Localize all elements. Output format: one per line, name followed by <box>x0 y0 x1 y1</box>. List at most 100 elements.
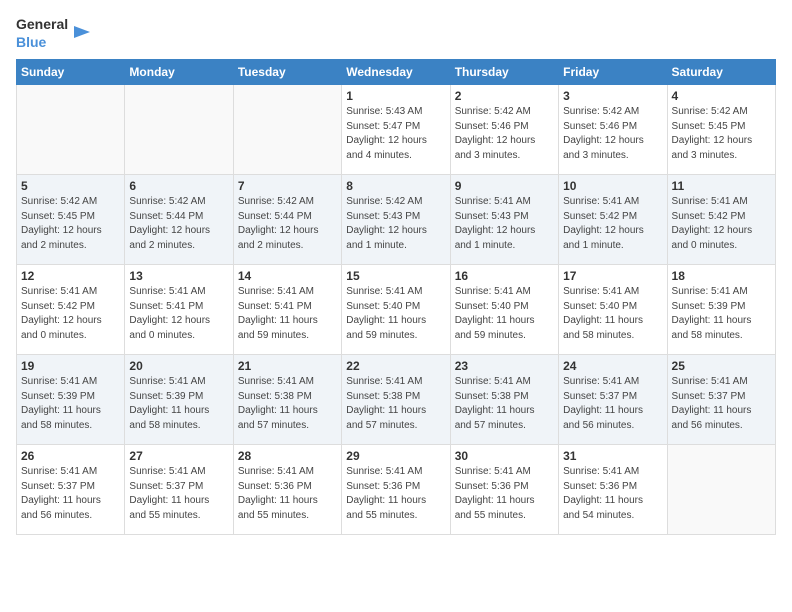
day-number: 10 <box>563 179 662 193</box>
day-info: Sunrise: 5:41 AM Sunset: 5:38 PM Dayligh… <box>455 375 554 433</box>
calendar-cell: 2Sunrise: 5:42 AM Sunset: 5:46 PM Daylig… <box>450 85 558 175</box>
calendar-cell: 3 Sunrise: 5:42 AM Sunset: 5:46 PM Daylig… <box>559 85 667 175</box>
calendar-cell <box>125 85 233 175</box>
day-number: 19 <box>21 359 120 373</box>
day-info: Sunrise: 5:43 AM Sunset: 5:47 PM Dayligh… <box>346 105 445 163</box>
calendar-cell: 7 Sunrise: 5:42 AM Sunset: 5:44 PM Daylig… <box>233 175 341 265</box>
weekday-tuesday: Tuesday <box>233 60 341 85</box>
day-info: Sunrise: 5:41 AM Sunset: 5:39 PM Dayligh… <box>21 375 120 433</box>
calendar-cell: 11Sunrise: 5:41 AM Sunset: 5:42 PM Dayli… <box>667 175 775 265</box>
day-info: Sunrise: 5:42 AM Sunset: 5:43 PM Dayligh… <box>346 195 445 253</box>
day-number: 8 <box>346 179 445 193</box>
weekday-monday: Monday <box>125 60 233 85</box>
calendar-cell: 14 Sunrise: 5:41 AM Sunset: 5:41 PM Dayli… <box>233 265 341 355</box>
calendar-cell: 9 Sunrise: 5:41 AM Sunset: 5:43 PM Daylig… <box>450 175 558 265</box>
day-number: 6 <box>129 179 228 193</box>
calendar-cell: 22 Sunrise: 5:41 AM Sunset: 5:38 PM Dayli… <box>342 355 450 445</box>
day-info: Sunrise: 5:41 AM Sunset: 5:41 PM Dayligh… <box>129 285 228 343</box>
day-number: 9 <box>455 179 554 193</box>
day-info: Sunrise: 5:41 AM Sunset: 5:42 PM Dayligh… <box>21 285 120 343</box>
logo-blue: Blue <box>16 34 46 50</box>
weekday-header-row: SundayMondayTuesdayWednesdayThursdayFrid… <box>17 60 776 85</box>
day-info: Sunrise: 5:42 AM Sunset: 5:45 PM Dayligh… <box>672 105 771 163</box>
weekday-saturday: Saturday <box>667 60 775 85</box>
calendar-cell: 31 Sunrise: 5:41 AM Sunset: 5:36 PM Dayli… <box>559 445 667 535</box>
logo: General Blue <box>16 16 92 51</box>
day-info: Sunrise: 5:41 AM Sunset: 5:37 PM Dayligh… <box>563 375 662 433</box>
week-row-2: 12 Sunrise: 5:41 AM Sunset: 5:42 PM Dayli… <box>17 265 776 355</box>
day-number: 25 <box>672 359 771 373</box>
calendar-cell: 30Sunrise: 5:41 AM Sunset: 5:36 PM Dayli… <box>450 445 558 535</box>
day-number: 7 <box>238 179 337 193</box>
calendar-cell: 23 Sunrise: 5:41 AM Sunset: 5:38 PM Dayli… <box>450 355 558 445</box>
day-number: 29 <box>346 449 445 463</box>
day-info: Sunrise: 5:41 AM Sunset: 5:39 PM Dayligh… <box>129 375 228 433</box>
day-number: 13 <box>129 269 228 283</box>
calendar-cell <box>17 85 125 175</box>
day-number: 11 <box>672 179 771 193</box>
calendar-cell: 28 Sunrise: 5:41 AM Sunset: 5:36 PM Dayli… <box>233 445 341 535</box>
day-info: Sunrise: 5:41 AM Sunset: 5:38 PM Dayligh… <box>238 375 337 433</box>
calendar-cell: 4Sunrise: 5:42 AM Sunset: 5:45 PM Daylig… <box>667 85 775 175</box>
calendar-cell <box>667 445 775 535</box>
day-info: Sunrise: 5:41 AM Sunset: 5:36 PM Dayligh… <box>563 465 662 523</box>
day-info: Sunrise: 5:42 AM Sunset: 5:44 PM Dayligh… <box>238 195 337 253</box>
day-info: Sunrise: 5:41 AM Sunset: 5:36 PM Dayligh… <box>346 465 445 523</box>
calendar-cell: 5 Sunrise: 5:42 AM Sunset: 5:45 PM Daylig… <box>17 175 125 265</box>
day-info: Sunrise: 5:41 AM Sunset: 5:36 PM Dayligh… <box>238 465 337 523</box>
calendar-cell: 17Sunrise: 5:41 AM Sunset: 5:40 PM Dayli… <box>559 265 667 355</box>
calendar-cell: 10 Sunrise: 5:41 AM Sunset: 5:42 PM Dayli… <box>559 175 667 265</box>
day-info: Sunrise: 5:41 AM Sunset: 5:43 PM Dayligh… <box>455 195 554 253</box>
calendar-cell: 6 Sunrise: 5:42 AM Sunset: 5:44 PM Daylig… <box>125 175 233 265</box>
day-number: 3 <box>563 89 662 103</box>
day-number: 5 <box>21 179 120 193</box>
day-info: Sunrise: 5:42 AM Sunset: 5:46 PM Dayligh… <box>563 105 662 163</box>
day-number: 1 <box>346 89 445 103</box>
weekday-thursday: Thursday <box>450 60 558 85</box>
day-number: 28 <box>238 449 337 463</box>
day-number: 26 <box>21 449 120 463</box>
calendar-cell: 20 Sunrise: 5:41 AM Sunset: 5:39 PM Dayli… <box>125 355 233 445</box>
day-info: Sunrise: 5:42 AM Sunset: 5:44 PM Dayligh… <box>129 195 228 253</box>
week-row-0: 1 Sunrise: 5:43 AM Sunset: 5:47 PM Daylig… <box>17 85 776 175</box>
calendar-cell: 18 Sunrise: 5:41 AM Sunset: 5:39 PM Dayli… <box>667 265 775 355</box>
day-number: 14 <box>238 269 337 283</box>
day-info: Sunrise: 5:41 AM Sunset: 5:36 PM Dayligh… <box>455 465 554 523</box>
day-number: 18 <box>672 269 771 283</box>
day-number: 24 <box>563 359 662 373</box>
calendar-cell: 12 Sunrise: 5:41 AM Sunset: 5:42 PM Dayli… <box>17 265 125 355</box>
day-info: Sunrise: 5:42 AM Sunset: 5:45 PM Dayligh… <box>21 195 120 253</box>
day-info: Sunrise: 5:41 AM Sunset: 5:41 PM Dayligh… <box>238 285 337 343</box>
day-info: Sunrise: 5:42 AM Sunset: 5:46 PM Dayligh… <box>455 105 554 163</box>
day-info: Sunrise: 5:41 AM Sunset: 5:40 PM Dayligh… <box>346 285 445 343</box>
calendar-cell: 15Sunrise: 5:41 AM Sunset: 5:40 PM Dayli… <box>342 265 450 355</box>
calendar-cell: 24 Sunrise: 5:41 AM Sunset: 5:37 PM Dayli… <box>559 355 667 445</box>
day-info: Sunrise: 5:41 AM Sunset: 5:37 PM Dayligh… <box>129 465 228 523</box>
day-info: Sunrise: 5:41 AM Sunset: 5:42 PM Dayligh… <box>563 195 662 253</box>
day-number: 23 <box>455 359 554 373</box>
day-info: Sunrise: 5:41 AM Sunset: 5:37 PM Dayligh… <box>21 465 120 523</box>
header: General Blue <box>16 16 776 51</box>
day-number: 22 <box>346 359 445 373</box>
day-number: 21 <box>238 359 337 373</box>
day-number: 20 <box>129 359 228 373</box>
calendar-cell: 25 Sunrise: 5:41 AM Sunset: 5:37 PM Dayli… <box>667 355 775 445</box>
day-info: Sunrise: 5:41 AM Sunset: 5:39 PM Dayligh… <box>672 285 771 343</box>
day-number: 31 <box>563 449 662 463</box>
calendar-cell: 21 Sunrise: 5:41 AM Sunset: 5:38 PM Dayli… <box>233 355 341 445</box>
logo-flag-icon <box>72 24 92 44</box>
day-info: Sunrise: 5:41 AM Sunset: 5:38 PM Dayligh… <box>346 375 445 433</box>
logo-general: General <box>16 16 68 32</box>
calendar-cell <box>233 85 341 175</box>
week-row-1: 5 Sunrise: 5:42 AM Sunset: 5:45 PM Daylig… <box>17 175 776 265</box>
day-number: 27 <box>129 449 228 463</box>
day-number: 16 <box>455 269 554 283</box>
weekday-sunday: Sunday <box>17 60 125 85</box>
day-info: Sunrise: 5:41 AM Sunset: 5:40 PM Dayligh… <box>563 285 662 343</box>
calendar-table: SundayMondayTuesdayWednesdayThursdayFrid… <box>16 59 776 535</box>
weekday-wednesday: Wednesday <box>342 60 450 85</box>
day-number: 12 <box>21 269 120 283</box>
logo-text: General Blue <box>16 16 68 51</box>
day-info: Sunrise: 5:41 AM Sunset: 5:37 PM Dayligh… <box>672 375 771 433</box>
week-row-3: 19 Sunrise: 5:41 AM Sunset: 5:39 PM Dayli… <box>17 355 776 445</box>
